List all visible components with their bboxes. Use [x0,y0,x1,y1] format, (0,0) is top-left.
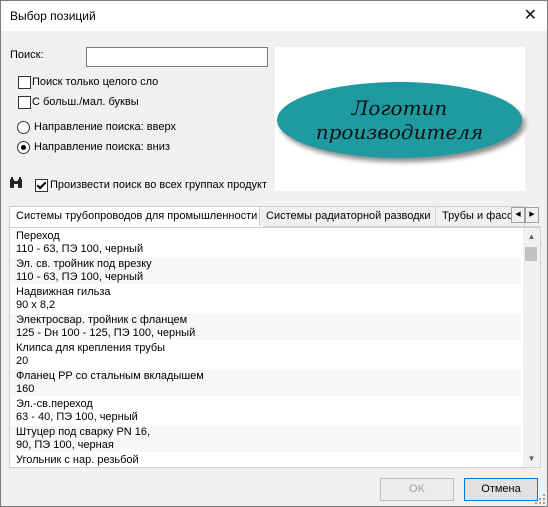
search-input[interactable] [86,47,268,67]
manufacturer-logo-panel: Логотип производителя [275,47,525,191]
manufacturer-logo: Логотип производителя [277,82,522,158]
tab-scroll-left-icon[interactable]: ◀ [511,207,525,223]
resize-grip-icon[interactable] [535,494,545,504]
list-item[interactable]: Эл. св. тройник под врезку 110 - 63, ПЭ 1… [10,258,521,284]
tab-radiator-distribution[interactable]: Системы радиаторной разводки [259,206,438,226]
whole-word-checkbox[interactable] [18,76,31,89]
whole-word-label[interactable]: Поиск только целого сло [32,76,158,88]
scroll-down-icon[interactable]: ▼ [523,450,540,467]
positions-list[interactable]: Переход 110 - 63, ПЭ 100, черный Эл. св. … [9,227,541,468]
logo-line1: Логотип [351,96,448,120]
title-bar: Выбор позиций ✕ [1,1,547,31]
cancel-button[interactable]: Отмена [464,478,538,501]
list-item[interactable]: Клипса для крепления трубы 20 [16,342,521,368]
close-icon[interactable]: ✕ [524,5,537,25]
direction-down-label[interactable]: Направление поиска: вниз [34,141,170,153]
logo-line2: производителя [315,120,484,144]
direction-down-radio[interactable] [17,141,30,154]
match-case-label[interactable]: С больш./мал. буквы [32,96,139,108]
list-item[interactable]: Надвижная гильза 90 х 8,2 [16,286,521,312]
direction-up-radio[interactable] [17,121,30,134]
vertical-scrollbar[interactable]: ▲ ▼ [523,228,540,467]
tab-scroll-buttons: ◀ ▶ [511,207,539,223]
scroll-up-icon[interactable]: ▲ [523,228,540,245]
list-item[interactable]: Фланец PP со стальным вкладышем 160 [10,370,521,396]
list-item[interactable]: Электросвар. тройник с фланцем 125 - Dн 1… [10,314,521,340]
dialog-window: Выбор позиций ✕ Поиск: Поиск только цело… [0,0,548,507]
tab-scroll-right-icon[interactable]: ▶ [525,207,539,223]
list-item[interactable]: Переход 110 - 63, ПЭ 100, черный [16,230,521,256]
all-groups-label[interactable]: Произвести поиск во всех группах продукт [50,179,267,191]
list-item[interactable]: Эл.-св.переход 63 - 40, ПЭ 100, черный [16,398,521,424]
match-case-checkbox[interactable] [18,96,31,109]
list-item[interactable]: Угольник с нар. резьбой [16,454,521,467]
scroll-thumb[interactable] [525,247,537,261]
ok-button[interactable]: OK [380,478,454,501]
binoculars-icon[interactable] [9,176,23,190]
search-label: Поиск: [10,49,44,61]
tab-industrial-piping[interactable]: Системы трубопроводов для промышленности [9,206,265,227]
all-groups-checkbox[interactable] [35,179,48,192]
group-tabs: Системы трубопроводов для промышленности… [9,206,539,227]
window-title: Выбор позиций [10,9,96,23]
direction-up-label[interactable]: Направление поиска: вверх [34,121,176,133]
list-item[interactable]: Штуцер под сварку PN 16, 90, ПЭ 100, черн… [10,426,521,452]
